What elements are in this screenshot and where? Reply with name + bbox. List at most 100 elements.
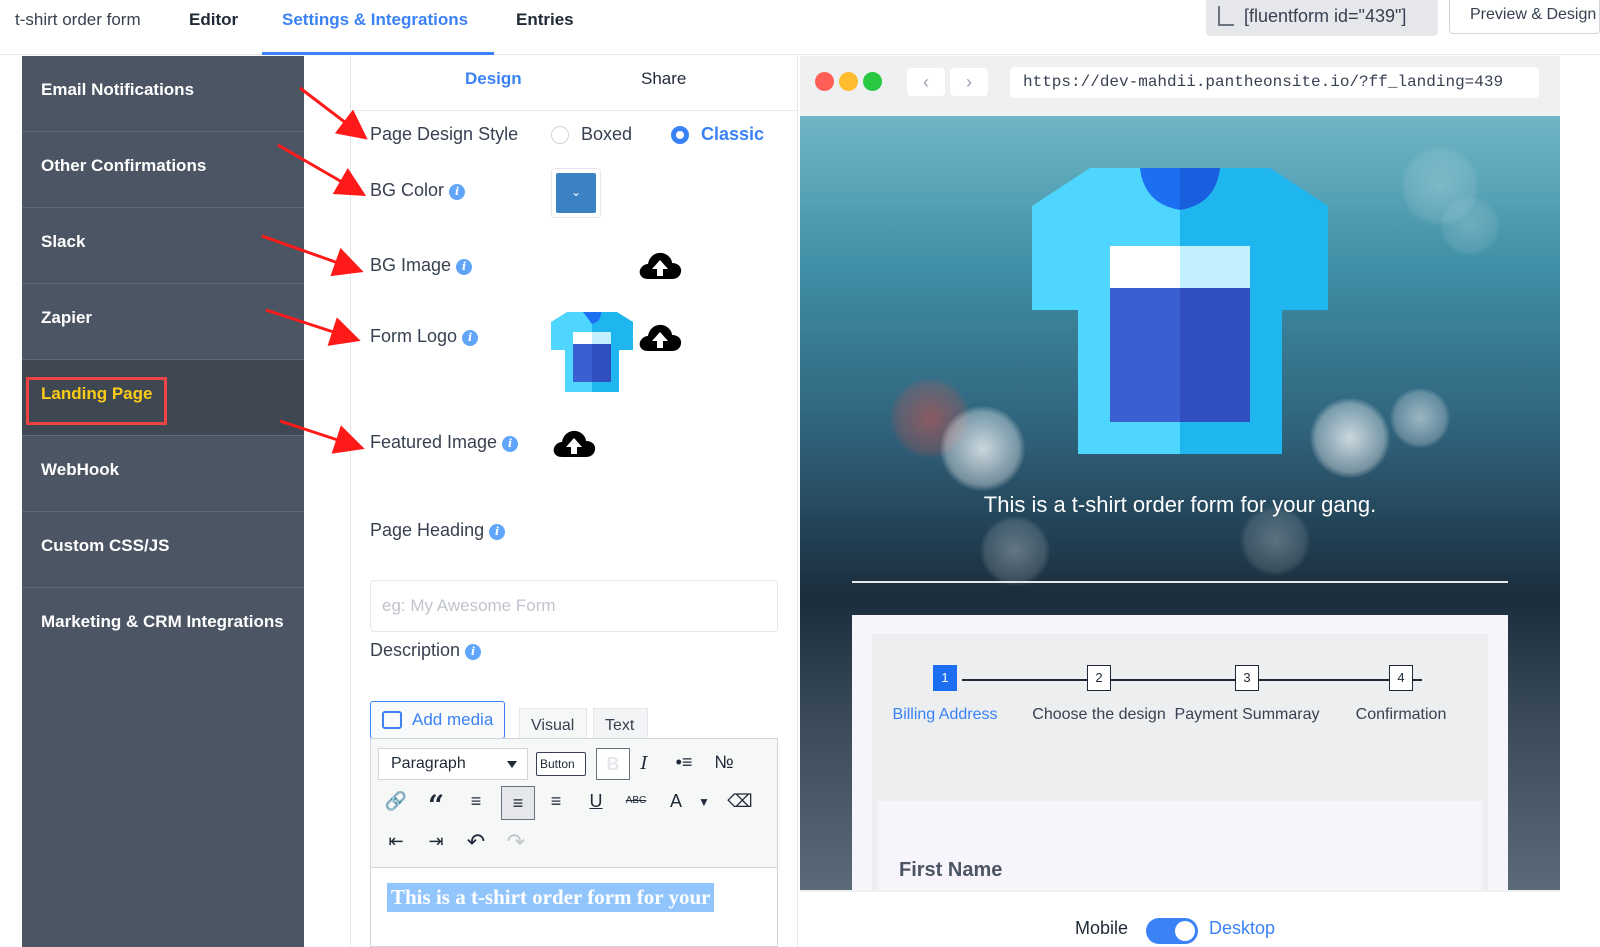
step-1-badge: 1	[933, 665, 957, 691]
radio-classic-label[interactable]: Classic	[701, 124, 764, 145]
undo-icon[interactable]: ↶	[463, 829, 489, 855]
bold-button[interactable]: B	[596, 748, 630, 780]
nav-settings-integrations[interactable]: Settings & Integrations	[262, 0, 494, 55]
page-heading-input[interactable]	[370, 580, 778, 632]
info-icon[interactable]: i	[462, 330, 479, 346]
step-1-label: Billing Address	[892, 706, 998, 723]
nav-editor[interactable]: Editor	[189, 0, 238, 55]
browser-chrome: ‹ › https://dev-mahdii.pantheonsite.io/?…	[800, 56, 1560, 116]
sidebar-item-label: Zapier	[41, 308, 93, 327]
media-icon	[382, 711, 402, 729]
shortcode-copy-button[interactable]: [fluentform id="439"]	[1206, 0, 1438, 36]
cloud-upload-icon[interactable]	[637, 320, 683, 354]
landing-page-settings: Design Share Page Design Style Boxed Cla…	[350, 56, 798, 947]
highlight-box	[26, 377, 167, 425]
sidebar-item-other-confirmations[interactable]: Other Confirmations	[22, 132, 304, 208]
description-label: Description i	[370, 640, 482, 661]
radio-boxed-label[interactable]: Boxed	[581, 124, 632, 145]
mobile-label[interactable]: Mobile	[1075, 918, 1128, 939]
tab-share[interactable]: Share	[641, 69, 686, 89]
sidebar-item-slack[interactable]: Slack	[22, 208, 304, 284]
format-select[interactable]: Paragraph	[378, 748, 528, 780]
chevron-down-icon[interactable]: ▼	[691, 795, 717, 809]
bullet-list-icon[interactable]: •≡	[671, 752, 697, 773]
label-text: BG Color	[370, 180, 445, 200]
bokeh-light	[980, 516, 1050, 586]
sidebar-item-email-notifications[interactable]: Email Notifications	[22, 56, 304, 132]
label-text: Form Logo	[370, 326, 458, 346]
sidebar-item-webhook[interactable]: WebHook	[22, 436, 304, 512]
nav-entries[interactable]: Entries	[516, 0, 574, 55]
info-icon[interactable]: i	[502, 436, 519, 452]
bg-color-picker[interactable]: ⌄	[551, 168, 601, 218]
editor-content[interactable]: This is a t-shirt order form for your	[387, 883, 715, 912]
editor-toolbar: Paragraph Button B I •≡ № 🔗 “ ≡ ≡ ≡ U AB…	[371, 739, 777, 868]
clear-format-icon[interactable]: ⌫	[727, 791, 753, 812]
desktop-label[interactable]: Desktop	[1209, 918, 1275, 939]
info-icon[interactable]: i	[465, 644, 482, 660]
radio-classic[interactable]	[671, 126, 689, 144]
redo-icon[interactable]: ↷	[503, 829, 529, 855]
editor-tab-visual[interactable]: Visual	[519, 708, 587, 739]
italic-icon[interactable]: I	[631, 753, 657, 774]
sidebar-item-zapier[interactable]: Zapier	[22, 284, 304, 360]
preview-design-button[interactable]: Preview & Design	[1449, 0, 1600, 34]
align-right-icon[interactable]: ≡	[543, 791, 569, 812]
bokeh-light	[1390, 388, 1450, 448]
settings-tabs: Design Share	[351, 56, 797, 111]
bokeh-light	[940, 406, 1025, 491]
underline-icon[interactable]: U	[583, 791, 609, 812]
first-name-label: First Name	[899, 859, 1003, 881]
settings-sidebar: Email Notifications Other Confirmations …	[22, 56, 304, 947]
tab-design[interactable]: Design	[465, 69, 522, 89]
step-progress-line	[962, 679, 1422, 681]
info-icon[interactable]: i	[449, 184, 466, 200]
shortcode-text: [fluentform id="439"]	[1244, 6, 1407, 26]
outdent-icon[interactable]: ⇤	[383, 831, 409, 852]
bokeh-light	[1440, 196, 1500, 256]
insert-button-tool[interactable]: Button	[536, 752, 586, 776]
form-logo-thumbnail-image	[551, 312, 633, 392]
featured-tshirt-image	[1032, 168, 1328, 454]
landing-page-preview: ‹ › https://dev-mahdii.pantheonsite.io/?…	[800, 56, 1560, 892]
format-select-value: Paragraph	[391, 755, 466, 772]
sidebar-item-label: Marketing & CRM Integrations	[41, 612, 284, 631]
editor-tab-text[interactable]: Text	[593, 708, 648, 739]
bold-icon: B	[606, 754, 620, 774]
sidebar-item-label: Custom CSS/JS	[41, 536, 170, 555]
strikethrough-icon[interactable]: ABC	[623, 795, 649, 806]
sidebar-item-landing-page[interactable]: Landing Page	[22, 360, 304, 436]
label-text: Page Heading	[370, 520, 485, 540]
back-icon: ‹	[907, 68, 945, 96]
bg-color-label: BG Color i	[370, 180, 466, 201]
align-center-button[interactable]: ≡	[501, 786, 535, 820]
forward-icon: ›	[950, 68, 988, 96]
form-card: 1 2 3 4 Billing Address Choose the desig…	[852, 615, 1508, 890]
info-icon[interactable]: i	[456, 259, 473, 275]
sidebar-item-marketing-crm[interactable]: Marketing & CRM Integrations	[22, 588, 304, 664]
cloud-upload-icon[interactable]	[551, 426, 597, 460]
mobile-desktop-switch[interactable]	[1146, 918, 1198, 944]
step-form: 1 2 3 4 Billing Address Choose the desig…	[872, 634, 1488, 890]
minimize-window-dot	[839, 72, 858, 91]
cloud-upload-icon[interactable]	[637, 248, 683, 282]
copy-icon	[1218, 6, 1234, 26]
align-left-icon[interactable]: ≡	[463, 791, 489, 812]
view-mode-toggle: Mobile Desktop	[1075, 918, 1315, 944]
page-heading-label: Page Heading i	[370, 520, 506, 541]
text-color-icon[interactable]: A	[663, 791, 689, 812]
indent-icon[interactable]: ⇥	[423, 831, 449, 852]
bg-image-label: BG Image i	[370, 255, 473, 276]
blockquote-icon[interactable]: “	[423, 789, 449, 822]
add-media-button[interactable]: Add media	[370, 701, 505, 739]
switch-knob	[1175, 921, 1195, 941]
featured-image-label: Featured Image i	[370, 432, 519, 453]
radio-boxed[interactable]	[551, 126, 569, 144]
chevron-down-icon	[507, 761, 517, 768]
sidebar-item-custom-css-js[interactable]: Custom CSS/JS	[22, 512, 304, 588]
step-4-badge: 4	[1389, 665, 1413, 691]
sidebar-item-label: Email Notifications	[41, 80, 195, 99]
numbered-list-icon[interactable]: №	[711, 752, 737, 773]
link-icon[interactable]: 🔗	[383, 791, 409, 812]
info-icon[interactable]: i	[489, 524, 506, 540]
